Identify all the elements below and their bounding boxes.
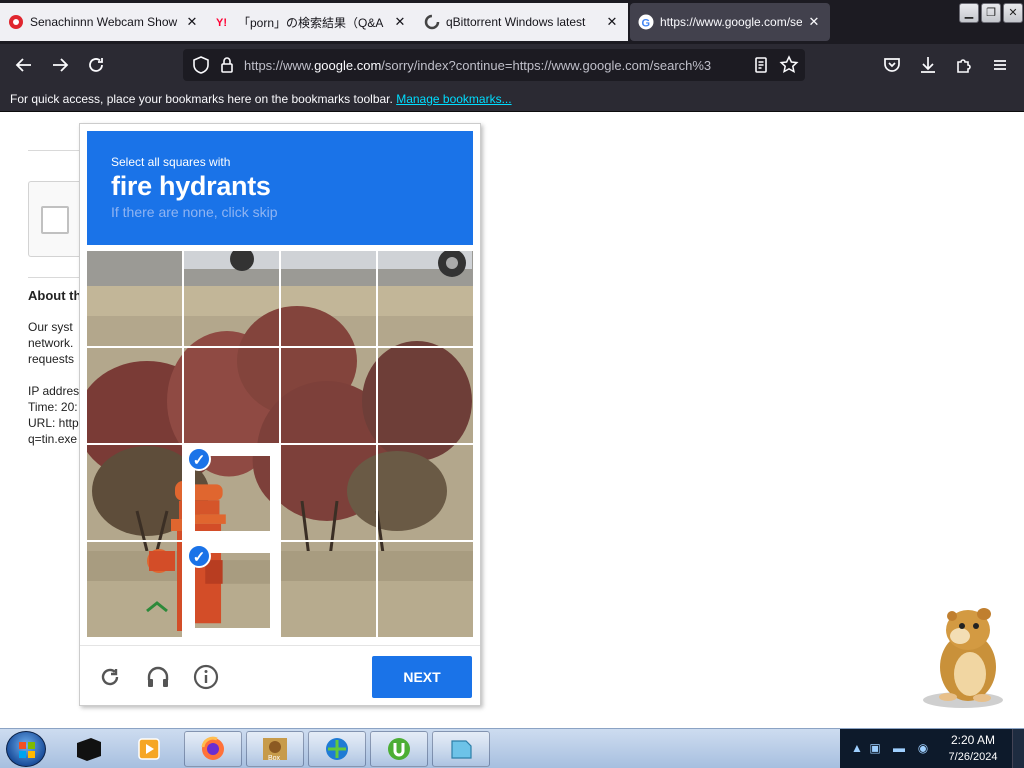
taskbar-media-player-icon[interactable] <box>120 731 178 767</box>
image-tile[interactable] <box>378 348 473 443</box>
tab-qbittorrent[interactable]: qBittorrent Windows latest ✕ <box>416 3 628 41</box>
tab-title: https://www.google.com/se <box>660 15 802 29</box>
yahoo-favicon-icon: Y! <box>216 14 232 30</box>
bookmarks-hint-text: For quick access, place your bookmarks h… <box>10 92 393 106</box>
url-prefix: https://www. <box>244 57 315 73</box>
tab-strip: Senachinnn Webcam Show | ✕ Y! 「porn」の検索結… <box>0 0 1024 44</box>
image-tile[interactable] <box>87 542 182 637</box>
image-tile[interactable]: ✓ <box>184 445 279 540</box>
shield-icon[interactable] <box>189 53 213 77</box>
taskbar-file-app-icon[interactable] <box>432 731 490 767</box>
show-desktop-button[interactable] <box>1012 729 1024 768</box>
challenge-instruction: Select all squares with <box>111 155 231 169</box>
windows-taskbar: Box ▲ ▣ ▬ ◉ 2:20 AM 7/26/2024 <box>0 728 1024 768</box>
back-arrow-icon[interactable] <box>12 53 36 77</box>
tab-webcam[interactable]: Senachinnn Webcam Show | ✕ <box>0 3 208 41</box>
close-window-icon[interactable]: ✕ <box>1003 3 1023 23</box>
show-hidden-icons-arrow-icon[interactable]: ▲ <box>850 741 864 755</box>
tab-title: qBittorrent Windows latest <box>446 15 586 29</box>
bookmark-star-icon[interactable] <box>777 53 801 77</box>
tile-selected-checkmark-icon: ✓ <box>187 544 211 568</box>
tab-qa-search[interactable]: Y! 「porn」の検索結果（Q&A ✕ <box>208 3 416 41</box>
minimize-window-icon[interactable]: ▁ <box>959 3 979 23</box>
image-tile[interactable] <box>87 445 182 540</box>
window-controls: ▁ ❐ ✕ <box>958 0 1024 26</box>
clock-time[interactable]: 2:20 AM <box>935 733 1011 747</box>
taskbar-utorrent-icon[interactable] <box>370 731 428 767</box>
about-text-line: Our syst <box>28 320 73 334</box>
image-tile[interactable]: ✓ <box>184 542 279 637</box>
svg-text:Box: Box <box>268 755 281 762</box>
skip-hint: If there are none, click skip <box>111 204 278 220</box>
taskbar-firefox-icon[interactable] <box>184 731 242 767</box>
manage-bookmarks-link[interactable]: Manage bookmarks... <box>396 92 511 106</box>
clock-date[interactable]: 7/26/2024 <box>935 751 1011 763</box>
svg-text:Y!: Y! <box>216 17 227 29</box>
reload-icon[interactable] <box>96 663 124 691</box>
volume-icon[interactable]: ◉ <box>916 741 930 755</box>
tray-app-icon[interactable]: ▣ <box>868 741 882 755</box>
pocket-icon[interactable] <box>880 53 904 77</box>
close-tab-icon[interactable]: ✕ <box>604 14 620 30</box>
challenge-header: Select all squares with fire hydrants If… <box>87 131 473 245</box>
recaptcha-checkbox[interactable] <box>41 206 69 234</box>
ip-address-line: IP addres <box>28 384 80 398</box>
url-line: URL: http <box>28 416 79 430</box>
url-domain: google.com <box>314 57 382 73</box>
bookmarks-toolbar: For quick access, place your bookmarks h… <box>0 86 1024 112</box>
image-tile-grid: ✓ ✓ <box>87 251 474 638</box>
lock-icon[interactable] <box>215 53 239 77</box>
image-tile[interactable] <box>281 445 376 540</box>
navigation-toolbar: https://www.google.com/sorry/index?conti… <box>0 44 1024 86</box>
image-tile[interactable] <box>87 251 182 346</box>
image-tile[interactable] <box>281 542 376 637</box>
query-line: q=tin.exe <box>28 432 78 446</box>
forward-arrow-icon[interactable] <box>48 53 72 77</box>
about-text-line: network. <box>28 336 74 350</box>
desktop-hamster-mascot[interactable] <box>918 602 1008 710</box>
about-heading: About th <box>28 288 82 303</box>
url-suffix: /sorry/index?continue=https://www.google… <box>381 57 712 73</box>
tile-selected-checkmark-icon: ✓ <box>187 447 211 471</box>
time-line: Time: 20: <box>28 400 78 414</box>
taskbar-download-manager-icon[interactable] <box>308 731 366 767</box>
taskbar-box-app-icon[interactable]: Box <box>246 731 304 767</box>
challenge-footer: NEXT <box>80 645 480 706</box>
close-tab-icon[interactable]: ✕ <box>184 14 200 30</box>
loading-spinner-icon <box>424 14 440 30</box>
extensions-puzzle-icon[interactable] <box>952 53 976 77</box>
image-tile[interactable] <box>378 251 473 346</box>
menu-hamburger-icon[interactable] <box>988 53 1012 77</box>
image-tile[interactable] <box>184 251 279 346</box>
address-bar[interactable]: https://www.google.com/sorry/index?conti… <box>183 49 805 81</box>
about-text-line: requests <box>28 352 75 366</box>
image-tile[interactable] <box>378 445 473 540</box>
start-button[interactable] <box>6 731 46 767</box>
image-tile[interactable] <box>281 348 376 443</box>
svg-text:G: G <box>642 18 651 30</box>
downloads-icon[interactable] <box>916 53 940 77</box>
close-tab-icon[interactable]: ✕ <box>806 14 822 30</box>
tab-title: 「porn」の検索結果（Q&A <box>238 15 384 30</box>
webcam-site-favicon-icon <box>8 14 24 30</box>
next-button[interactable]: NEXT <box>372 656 472 698</box>
recaptcha-challenge: Select all squares with fire hydrants If… <box>79 123 481 706</box>
tab-google-active[interactable]: G https://www.google.com/se ✕ <box>630 3 830 41</box>
close-tab-icon[interactable]: ✕ <box>392 14 408 30</box>
info-icon[interactable] <box>192 663 220 691</box>
google-favicon-icon: G <box>638 14 654 30</box>
image-tile[interactable] <box>378 542 473 637</box>
image-tile[interactable] <box>184 348 279 443</box>
network-icon[interactable]: ▬ <box>892 741 906 755</box>
tab-title: Senachinnn Webcam Show | <box>30 15 180 29</box>
taskbar-app-cube-icon[interactable] <box>60 731 118 767</box>
reload-page-icon[interactable] <box>84 53 108 77</box>
reader-view-icon[interactable] <box>749 53 773 77</box>
headphones-icon[interactable] <box>144 663 172 691</box>
image-tile[interactable] <box>87 348 182 443</box>
challenge-target: fire hydrants <box>111 171 271 201</box>
restore-window-icon[interactable]: ❐ <box>981 3 1001 23</box>
image-tile[interactable] <box>281 251 376 346</box>
url-text[interactable]: https://www.google.com/sorry/index?conti… <box>244 58 751 73</box>
